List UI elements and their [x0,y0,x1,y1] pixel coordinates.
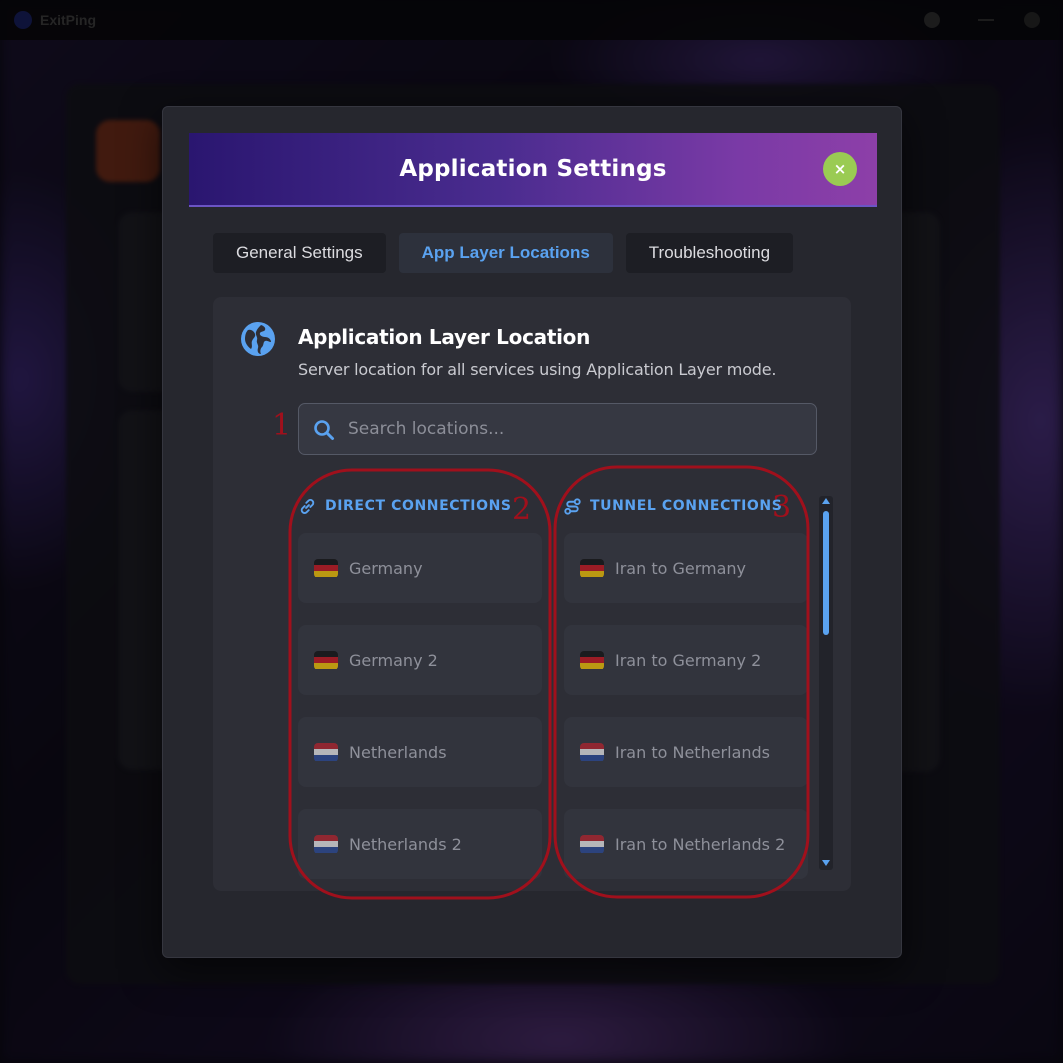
annotation-number-2: 2 [512,492,532,527]
search-box [298,403,817,455]
search-input[interactable] [348,404,808,454]
app-layer-location-card: Application Layer Location Server locati… [213,297,851,891]
modal-header: Application Settings × [189,133,877,207]
tunnel-connections-label: TUNNEL CONNECTIONS [590,498,783,514]
germany-flag-icon [314,558,338,578]
netherlands-flag-icon [580,742,604,762]
location-germany-2[interactable]: Germany 2 [298,625,542,695]
location-label: Netherlands 2 [349,834,462,854]
germany-flag-icon [314,650,338,670]
modal-title: Application Settings [399,156,667,182]
settings-modal: Application Settings × General Settings … [162,106,902,958]
annotation-number-1: 1 [272,408,292,443]
location-iran-to-germany-2[interactable]: Iran to Germany 2 [564,625,808,695]
location-label: Iran to Germany 2 [615,650,762,670]
link-icon [300,498,315,514]
direct-connections-heading: DIRECT CONNECTIONS [298,496,512,516]
netherlands-flag-icon [580,834,604,854]
tab-general-settings[interactable]: General Settings [213,233,386,273]
scroll-up-icon[interactable] [822,498,830,504]
location-netherlands-2[interactable]: Netherlands 2 [298,809,542,879]
card-title: Application Layer Location [298,325,591,349]
location-label: Netherlands [349,742,447,762]
search-icon [314,420,334,440]
direct-connections-label: DIRECT CONNECTIONS [325,498,512,514]
location-label: Germany [349,558,423,578]
scroll-down-icon[interactable] [822,860,830,866]
tunnel-connections-list: Iran to Germany Iran to Germany 2 Iran t… [564,533,808,901]
tab-bar: General Settings App Layer Locations Tro… [213,233,794,273]
location-iran-to-netherlands[interactable]: Iran to Netherlands [564,717,808,787]
location-label: Germany 2 [349,650,438,670]
tunnel-connections-heading: TUNNEL CONNECTIONS [563,496,782,516]
location-label: Iran to Netherlands 2 [615,834,786,854]
netherlands-flag-icon [314,742,338,762]
card-subtitle: Server location for all services using A… [298,360,777,379]
close-button[interactable]: × [823,152,857,186]
close-icon: × [833,160,847,178]
location-germany[interactable]: Germany [298,533,542,603]
netherlands-flag-icon [314,834,338,854]
locations-scrollbar[interactable] [819,496,833,870]
scroll-thumb[interactable] [823,511,829,635]
tab-app-layer-locations[interactable]: App Layer Locations [398,233,613,273]
location-netherlands[interactable]: Netherlands [298,717,542,787]
location-iran-to-germany[interactable]: Iran to Germany [564,533,808,603]
germany-flag-icon [580,558,604,578]
germany-flag-icon [580,650,604,670]
globe-icon [241,322,275,356]
annotation-number-3: 3 [772,490,792,525]
location-iran-to-netherlands-2[interactable]: Iran to Netherlands 2 [564,809,808,879]
direct-connections-list: Germany Germany 2 Netherlands Netherland… [298,533,542,901]
tab-troubleshooting[interactable]: Troubleshooting [625,233,794,273]
route-icon [564,497,581,515]
location-label: Iran to Germany [615,558,747,578]
location-label: Iran to Netherlands [615,742,771,762]
